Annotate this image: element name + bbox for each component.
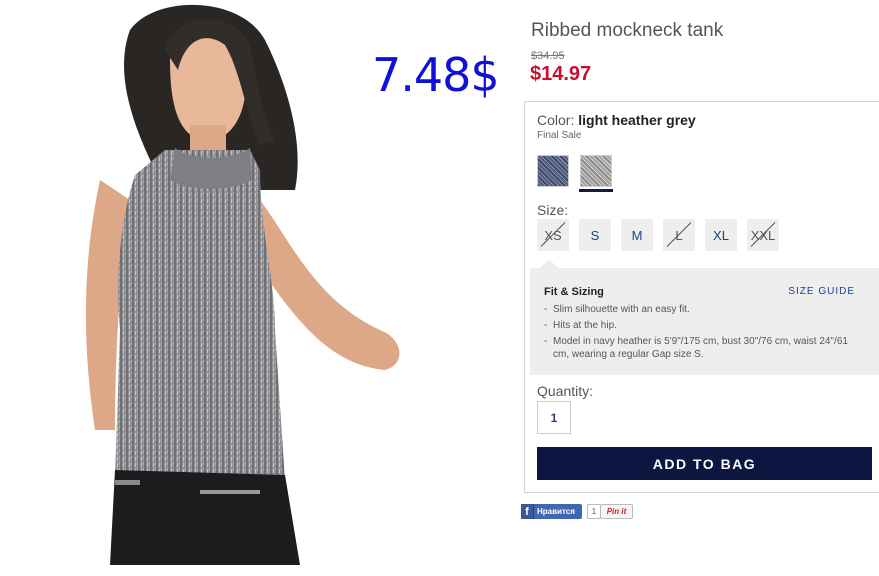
sale-price: $14.97: [530, 63, 592, 85]
selected-color: light heather grey: [578, 112, 696, 128]
handwritten-price-overlay: 7.48$: [372, 48, 500, 102]
product-photo: [60, 0, 420, 565]
fit-item: Hits at the hip.: [544, 319, 864, 332]
color-swatch-light-heather-grey[interactable]: [580, 155, 612, 187]
model-image: [85, 4, 400, 565]
size-option-s[interactable]: S: [579, 219, 611, 251]
final-sale-note: Final Sale: [537, 130, 582, 141]
product-title: Ribbed mockneck tank: [531, 20, 724, 41]
fit-item: Model in navy heather is 5'9"/175 cm, bu…: [544, 335, 864, 361]
fit-and-sizing-box: Fit & Sizing SIZE GUIDE Slim silhouette …: [530, 259, 879, 375]
size-option-m[interactable]: M: [621, 219, 653, 251]
size-option-xl[interactable]: XL: [705, 219, 737, 251]
quantity-input[interactable]: 1: [537, 401, 571, 434]
size-option-xxl[interactable]: XXL: [747, 219, 779, 251]
color-label: Color: light heather grey: [537, 112, 696, 128]
quantity-label: Quantity:: [537, 383, 594, 399]
size-option-l[interactable]: L: [663, 219, 695, 251]
fit-list: Slim silhouette with an easy fit. Hits a…: [544, 303, 864, 364]
facebook-like-label: Нравится: [537, 507, 575, 516]
fit-title: Fit & Sizing: [544, 286, 604, 298]
selected-swatch-indicator: [579, 189, 613, 192]
fit-item: Slim silhouette with an easy fit.: [544, 303, 864, 316]
size-option-xs[interactable]: XS: [537, 219, 569, 251]
color-swatch-navy-heather[interactable]: [537, 155, 569, 187]
size-guide-link[interactable]: SIZE GUIDE: [788, 286, 855, 297]
add-to-bag-button[interactable]: ADD TO BAG: [537, 447, 872, 480]
pinterest-pin-button[interactable]: Pin it: [600, 504, 633, 519]
facebook-icon: f: [521, 504, 534, 519]
size-label: Size:: [537, 202, 569, 218]
original-price: $34.95: [531, 50, 565, 62]
facebook-like-button[interactable]: f Нравится: [521, 504, 582, 519]
product-options-panel: Color: light heather grey Final Sale Siz…: [524, 101, 879, 493]
pin-count: 1: [587, 504, 601, 519]
